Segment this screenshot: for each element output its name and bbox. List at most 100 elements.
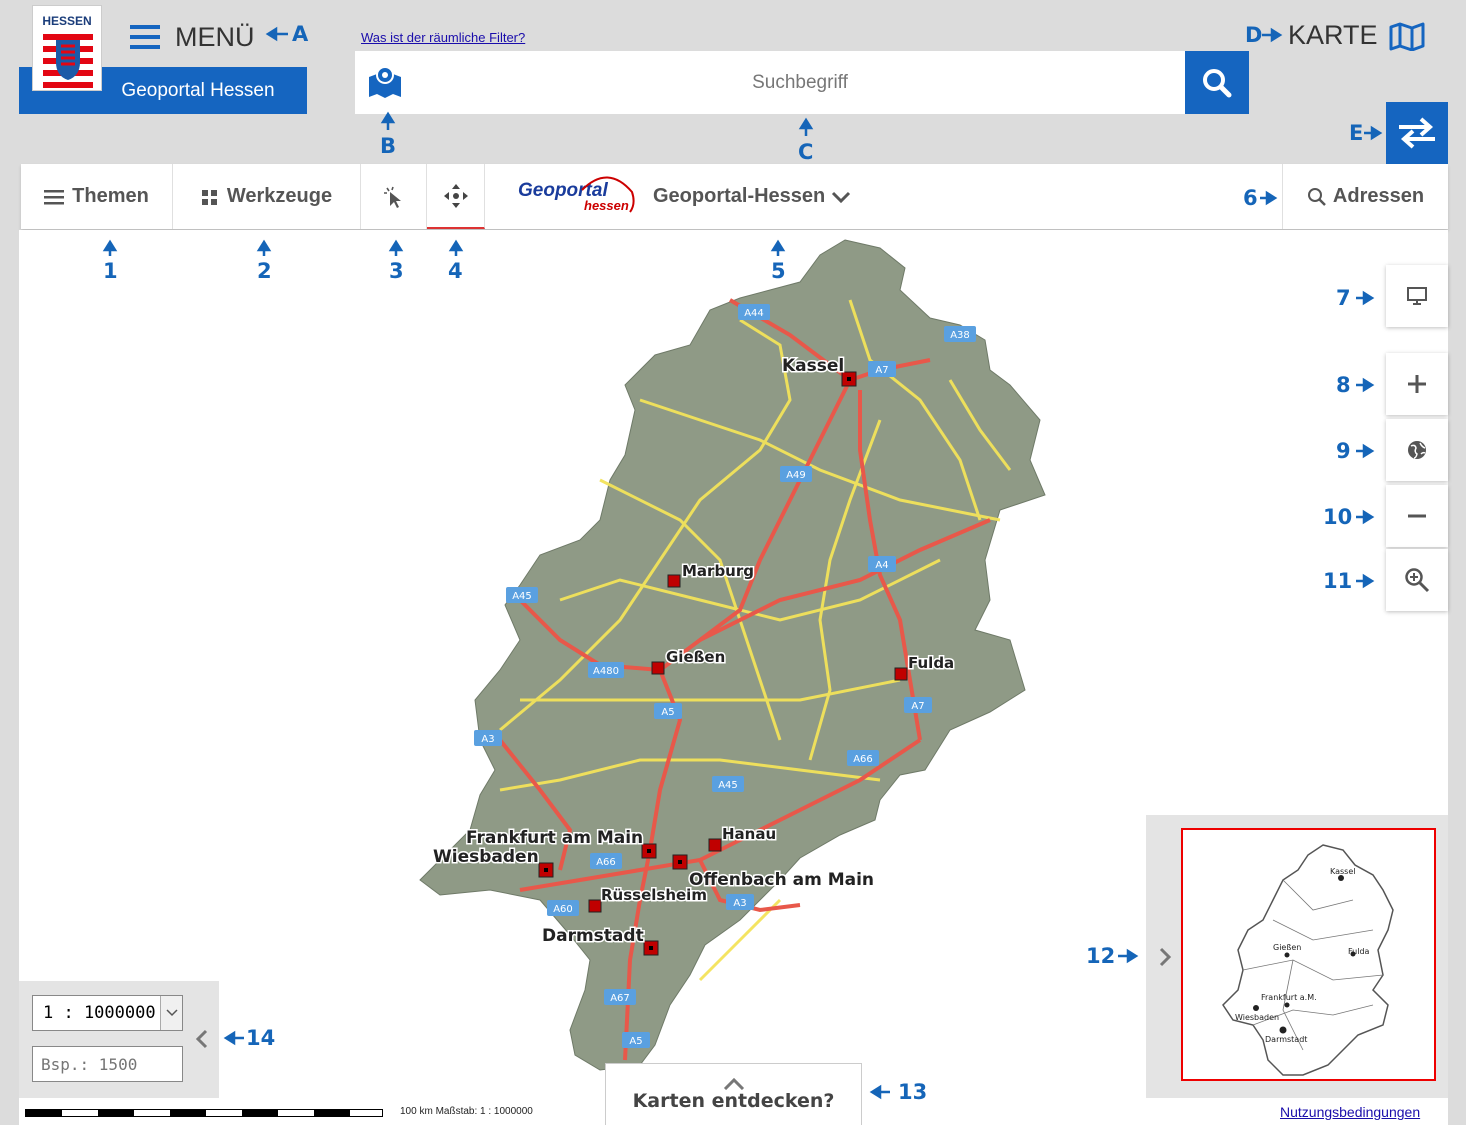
menu-label: MENÜ: [175, 21, 255, 52]
scale-panel-toggle-button[interactable]: [190, 1022, 214, 1056]
svg-text:Kassel: Kassel: [782, 356, 844, 376]
callout-label: 6: [1243, 186, 1258, 210]
discover-maps-button[interactable]: Karten entdecken?: [605, 1063, 862, 1125]
search-icon: [1307, 187, 1326, 206]
svg-text:Hanau: Hanau: [722, 825, 776, 843]
svg-text:Wiesbaden: Wiesbaden: [433, 847, 539, 867]
swap-view-button[interactable]: [1386, 102, 1448, 164]
grid-icon: [201, 189, 217, 205]
chevron-up-icon: [723, 1077, 744, 1090]
spatial-filter-link[interactable]: Was ist der räumliche Filter?: [361, 30, 525, 45]
callout-label: 3: [389, 259, 404, 283]
svg-text:Offenbach am Main: Offenbach am Main: [689, 870, 874, 890]
callout-label: 8: [1336, 373, 1351, 397]
toolbar: Themen Werkzeuge Geoportal hessen Geopor…: [21, 164, 1448, 229]
zoom-rectangle-icon: [1405, 568, 1430, 593]
overview-city-darmstadt: Darmstadt: [1265, 1035, 1307, 1044]
zoom-out-icon: [1408, 514, 1426, 518]
karte-button[interactable]: KARTE: [1288, 20, 1426, 51]
pan-tool-button[interactable]: [427, 164, 485, 229]
scale-bar-text: 100 km Maßstab: 1 : 1000000: [400, 1106, 533, 1117]
svg-text:Fulda: Fulda: [908, 654, 954, 672]
overview-city-fulda: Fulda: [1348, 947, 1370, 956]
city-marker-kassel[interactable]: Kassel: [781, 355, 857, 387]
scale-select-value: 1 : 1000000: [43, 1003, 156, 1023]
chevron-down-icon: [160, 996, 182, 1030]
search-button[interactable]: [1185, 51, 1249, 114]
overview-city-frankfurt: Frankfurt a.M.: [1261, 993, 1317, 1002]
scale-select[interactable]: 1 : 1000000: [32, 995, 183, 1031]
background-map-label: Geoportal-Hessen: [653, 185, 826, 207]
menu-icon: [130, 25, 160, 49]
callout-label: C: [798, 140, 814, 164]
svg-text:Marburg: Marburg: [682, 562, 754, 580]
chevron-down-icon: [832, 191, 851, 203]
callout-label: 10: [1323, 505, 1353, 529]
discover-maps-label: Karten entdecken?: [632, 1089, 835, 1112]
geoportal-brand-logo: Geoportal hessen: [518, 164, 638, 229]
background-map-dropdown[interactable]: Geoportal-Hessen: [653, 164, 883, 229]
search-icon: [1203, 68, 1232, 97]
scale-bar: [25, 1109, 383, 1117]
callout-label: A: [292, 22, 309, 46]
map-icon: [369, 66, 401, 98]
callout-label: D: [1245, 23, 1263, 47]
callout-label: 1: [103, 259, 118, 283]
geoportal-hessen-label: Geoportal Hessen: [121, 79, 275, 101]
overview-map[interactable]: Kassel Gießen Fulda Frankfurt a.M. Wiesb…: [1181, 828, 1436, 1081]
city-marker-fulda[interactable]: Fulda: [894, 653, 956, 681]
search-bar: [355, 51, 1185, 114]
adressen-label: Adressen: [1332, 185, 1425, 207]
monitor-icon: [1407, 287, 1427, 305]
city-marker-offenbach[interactable]: Offenbach am Main: [672, 854, 876, 892]
search-input[interactable]: [415, 51, 1185, 114]
callout-label: 5: [771, 259, 786, 283]
callout-label: E: [1349, 121, 1364, 145]
city-marker-ruesselsheim[interactable]: Rüsselsheim: [588, 885, 708, 913]
select-tool-button[interactable]: [361, 164, 427, 229]
city-marker-giessen[interactable]: Gießen: [651, 647, 727, 675]
move-icon: [443, 183, 468, 208]
callout-label: 13: [898, 1080, 928, 1104]
fullscreen-button[interactable]: [1386, 265, 1448, 327]
callout-label: 12: [1086, 944, 1116, 968]
city-marker-wiesbaden[interactable]: Wiesbaden: [432, 846, 554, 878]
chevron-right-icon: [1159, 947, 1172, 967]
svg-text:Darmstadt: Darmstadt: [542, 926, 644, 946]
custom-scale-input[interactable]: [32, 1046, 183, 1082]
callout-label: 2: [257, 259, 272, 283]
city-marker-hanau[interactable]: Hanau: [708, 824, 778, 852]
overview-city-wiesbaden: Wiesbaden: [1235, 1013, 1279, 1022]
zoom-rectangle-button[interactable]: [1386, 549, 1448, 611]
overview-city-kassel: Kassel: [1330, 867, 1356, 876]
themen-label: Themen: [72, 185, 149, 207]
brand-swoosh-icon: [581, 176, 635, 213]
chevron-left-icon: [195, 1029, 208, 1049]
city-marker-darmstadt[interactable]: Darmstadt: [541, 925, 659, 956]
hessen-logo[interactable]: HESSEN: [32, 5, 102, 91]
swap-icon: [1399, 117, 1435, 149]
adressen-button[interactable]: Adressen: [1282, 164, 1448, 229]
spatial-filter-button[interactable]: [367, 65, 403, 104]
callout-label: 9: [1336, 439, 1351, 463]
map-icon: [1389, 22, 1425, 51]
terms-of-use-link[interactable]: Nutzungsbedingungen: [1280, 1104, 1420, 1120]
zoom-to-extent-button[interactable]: [1386, 419, 1448, 481]
werkzeuge-label: Werkzeuge: [226, 185, 333, 207]
globe-icon: [1408, 441, 1426, 459]
zoom-out-button[interactable]: [1386, 485, 1448, 547]
city-marker-marburg[interactable]: Marburg: [667, 561, 756, 588]
cursor-click-icon: [383, 186, 401, 208]
callout-label: 4: [448, 259, 463, 283]
list-icon: [44, 189, 65, 204]
zoom-in-button[interactable]: [1386, 353, 1448, 415]
menu-button[interactable]: MENÜ: [130, 20, 255, 54]
svg-text:Gießen: Gießen: [666, 648, 725, 666]
overview-city-giessen: Gießen: [1273, 943, 1301, 952]
callout-label: 7: [1336, 286, 1351, 310]
overview-toggle-button[interactable]: [1153, 940, 1177, 974]
themen-button[interactable]: Themen: [21, 164, 173, 229]
hessen-coat-of-arms-icon: [43, 32, 93, 88]
werkzeuge-button[interactable]: Werkzeuge: [173, 164, 361, 229]
overview-hessen-outline: Kassel Gießen Fulda Frankfurt a.M. Wiesb…: [1222, 844, 1394, 1076]
